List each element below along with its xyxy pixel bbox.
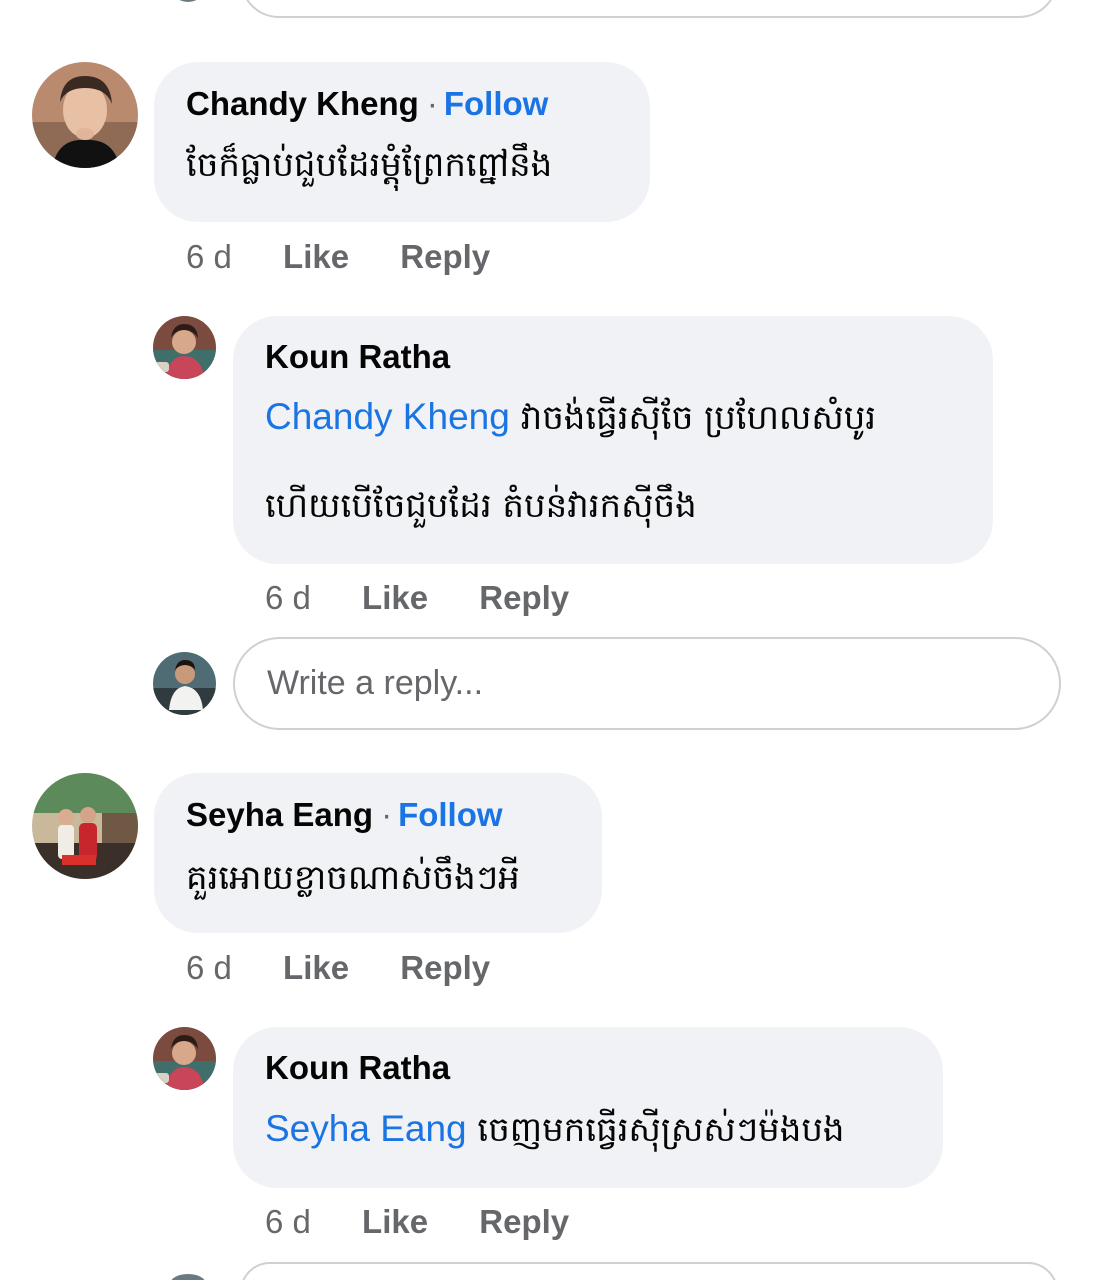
avatar-photo-icon	[153, 652, 216, 715]
mention-link[interactable]: Seyha Eang	[265, 1108, 467, 1149]
reply-author[interactable]: Koun Ratha	[265, 1049, 450, 1087]
reply-avatar[interactable]	[153, 1027, 216, 1090]
timestamp[interactable]: 6 d	[265, 1203, 311, 1240]
comments-page: Chandy Kheng · Follow ចែក៏ធ្លាប់ជួបដែរម្ដុ…	[0, 0, 1094, 1280]
separator-dot: ·	[381, 796, 393, 833]
previous-reply-input[interactable]	[240, 0, 1058, 18]
next-avatar	[170, 1274, 206, 1280]
author-name[interactable]: Chandy Kheng	[186, 85, 419, 122]
timestamp[interactable]: 6 d	[265, 579, 311, 616]
reply-avatar[interactable]	[153, 316, 216, 379]
reply-text: ចេញមកធ្វើរស៊ីស្រស់ៗម៉ងបង	[477, 1110, 845, 1150]
avatar-photo-icon	[32, 773, 138, 879]
reply-text: វាចង់ធ្វើរស៊ីចែ ប្រហែលសំបូរ	[520, 398, 877, 438]
timestamp[interactable]: 6 d	[186, 238, 232, 275]
follow-button[interactable]: Follow	[444, 85, 548, 122]
timestamp[interactable]: 6 d	[186, 949, 232, 986]
reply-author[interactable]: Koun Ratha	[265, 338, 450, 376]
comment-actions: 6 d Like Reply	[186, 238, 490, 276]
avatar-photo-icon	[153, 316, 216, 379]
avatar-photo-icon	[32, 62, 138, 168]
reply-actions: 6 d Like Reply	[265, 579, 569, 617]
next-reply-input[interactable]	[240, 1262, 1058, 1280]
previous-avatar	[170, 0, 206, 2]
reply-button[interactable]: Reply	[400, 949, 490, 986]
reply-text-line-2: ហើយបើចែជួបដែរ តំបន់វារកស៊ីចឹង	[265, 486, 697, 526]
like-button[interactable]: Like	[283, 238, 349, 275]
mention-link[interactable]: Chandy Kheng	[265, 396, 510, 437]
reply-button[interactable]: Reply	[479, 579, 569, 616]
comment-actions: 6 d Like Reply	[186, 949, 490, 987]
like-button[interactable]: Like	[362, 579, 428, 616]
comment-author[interactable]: Seyha Eang · Follow	[186, 796, 503, 834]
avatar[interactable]	[32, 773, 138, 879]
avatar-photo-icon	[153, 1027, 216, 1090]
reply-button[interactable]: Reply	[479, 1203, 569, 1240]
avatar[interactable]	[32, 62, 138, 168]
comment-text: ចែក៏ធ្លាប់ជួបដែរម្ដុំព្រែកព្នៅនឹង	[186, 145, 553, 185]
follow-button[interactable]: Follow	[398, 796, 502, 833]
separator-dot: ·	[426, 85, 438, 122]
like-button[interactable]: Like	[362, 1203, 428, 1240]
reply-text-line-1: Chandy Kheng វាចង់ធ្វើរស៊ីចែ ប្រហែលសំបូរ	[265, 396, 876, 446]
like-button[interactable]: Like	[283, 949, 349, 986]
reply-actions: 6 d Like Reply	[265, 1203, 569, 1241]
author-name[interactable]: Seyha Eang	[186, 796, 373, 833]
comment-author[interactable]: Chandy Kheng · Follow	[186, 85, 548, 123]
reply-button[interactable]: Reply	[400, 238, 490, 275]
comment-text: គួរអោយខ្លាចណាស់ចឹងៗអី	[186, 858, 520, 898]
write-reply-input[interactable]	[233, 637, 1061, 730]
reply-text-line-1: Seyha Eang ចេញមកធ្វើរស៊ីស្រស់ៗម៉ងបង	[265, 1108, 844, 1158]
current-user-avatar	[153, 652, 216, 715]
